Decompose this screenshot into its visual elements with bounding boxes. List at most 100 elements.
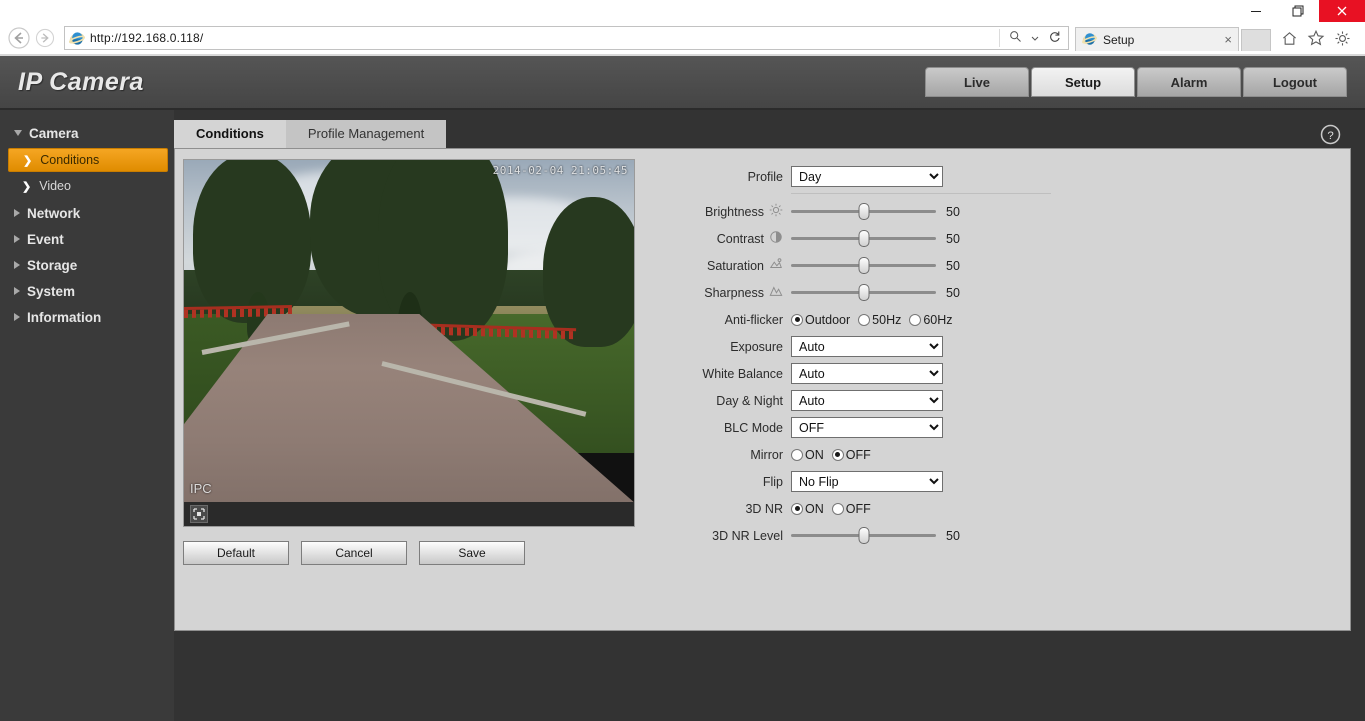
sidebar-group-storage[interactable]: Storage: [0, 252, 174, 278]
flip-select[interactable]: No Flip: [791, 471, 943, 492]
window-minimize-button[interactable]: [1235, 0, 1277, 22]
nav-alarm[interactable]: Alarm: [1137, 67, 1241, 97]
tab-strip: Setup ×: [1075, 25, 1271, 51]
window-close-button[interactable]: [1319, 0, 1365, 22]
row-white-balance: White Balance Auto: [673, 360, 1350, 387]
radio-dot[interactable]: [831, 448, 844, 461]
sidebar-group-information[interactable]: Information: [0, 304, 174, 330]
caret-right-icon: [14, 261, 20, 269]
row-contrast: Contrast 50: [673, 225, 1350, 252]
slider-track[interactable]: [791, 527, 936, 544]
slider-track[interactable]: [791, 203, 936, 220]
radio-dot[interactable]: [858, 313, 871, 326]
sidebar-item-conditions[interactable]: ❯ Conditions: [8, 148, 168, 172]
forward-button[interactable]: [32, 25, 58, 51]
refresh-icon[interactable]: [1045, 30, 1064, 46]
cancel-button[interactable]: Cancel: [301, 541, 407, 565]
sidebar-item-video[interactable]: ❯ Video: [8, 174, 168, 198]
slider-track[interactable]: [791, 257, 936, 274]
back-button[interactable]: [6, 25, 32, 51]
radio-dot[interactable]: [909, 313, 922, 326]
sidebar-group-network[interactable]: Network: [0, 200, 174, 226]
radio-label: OFF: [845, 447, 871, 462]
gear-icon[interactable]: [1334, 30, 1351, 47]
white-balance-select[interactable]: Auto: [791, 363, 943, 384]
save-button[interactable]: Save: [419, 541, 525, 565]
radio-dot[interactable]: [791, 313, 803, 326]
label-saturation-text: Saturation: [707, 258, 764, 273]
slider-thumb[interactable]: [858, 230, 869, 247]
slider-thumb[interactable]: [858, 284, 869, 301]
radio-anti-flicker-outdoor[interactable]: Outdoor: [791, 313, 850, 327]
tab-close-icon[interactable]: ×: [1224, 32, 1232, 47]
address-text[interactable]: http://192.168.0.118/: [90, 31, 203, 45]
slider-track[interactable]: [791, 284, 936, 301]
svg-text:?: ?: [1327, 130, 1333, 142]
nav-logout[interactable]: Logout: [1243, 67, 1347, 97]
profile-select[interactable]: Day: [791, 166, 943, 187]
video-timestamp: 2014-02-04 21:05:45: [492, 164, 628, 177]
search-icon[interactable]: [1006, 30, 1025, 46]
row-profile: Profile Day: [673, 163, 1350, 190]
chevron-right-icon: ❯: [23, 154, 33, 167]
star-icon[interactable]: [1307, 29, 1325, 47]
fullscreen-icon[interactable]: [190, 505, 208, 523]
sidebar-group-label: Information: [27, 309, 102, 325]
nav-setup[interactable]: Setup: [1031, 67, 1135, 97]
label-profile: Profile: [747, 169, 783, 184]
label-contrast: Contrast: [673, 230, 791, 247]
new-tab-button[interactable]: [1241, 29, 1271, 51]
radio-label: 60Hz: [923, 312, 953, 327]
sidebar-group-camera[interactable]: Camera: [0, 120, 174, 146]
row-flip: Flip No Flip: [673, 468, 1350, 495]
nav-live[interactable]: Live: [925, 67, 1029, 97]
chevron-down-icon[interactable]: [1028, 31, 1042, 45]
browser-tab-setup[interactable]: Setup ×: [1075, 27, 1239, 51]
exposure-select[interactable]: Auto: [791, 336, 943, 357]
row-sharpness: Sharpness 50: [673, 279, 1350, 306]
default-button[interactable]: Default: [183, 541, 289, 565]
slider-thumb[interactable]: [858, 527, 869, 544]
ie-favicon-icon: [68, 30, 86, 46]
radio-mirror-off[interactable]: OFF: [831, 447, 871, 462]
day-night-select[interactable]: Auto: [791, 390, 943, 411]
3d-nr-level-slider[interactable]: 50: [791, 527, 970, 544]
radio-3d-nr-off[interactable]: OFF: [831, 502, 871, 516]
video-preview[interactable]: 2014-02-04 21:05:45 IPC: [183, 159, 635, 527]
tab-conditions[interactable]: Conditions: [174, 120, 286, 148]
slider-track[interactable]: [791, 230, 936, 247]
window-maximize-button[interactable]: [1277, 0, 1319, 22]
radio-dot[interactable]: [791, 502, 803, 515]
slider-thumb[interactable]: [858, 203, 869, 220]
contrast-slider[interactable]: 50: [791, 230, 970, 247]
tab-profile-management[interactable]: Profile Management: [285, 120, 447, 148]
saturation-slider[interactable]: 50: [791, 257, 970, 274]
sidebar-group-system[interactable]: System: [0, 278, 174, 304]
sidebar-group-label: Camera: [29, 125, 79, 141]
radio-dot[interactable]: [831, 502, 844, 515]
sharpness-slider[interactable]: 50: [791, 284, 970, 301]
row-day-night: Day & Night Auto: [673, 387, 1350, 414]
label-anti-flicker: Anti-flicker: [724, 312, 783, 327]
help-icon[interactable]: ?: [1320, 124, 1341, 150]
label-exposure: Exposure: [730, 339, 783, 354]
address-bar[interactable]: http://192.168.0.118/: [64, 26, 1069, 50]
radio-anti-flicker-50hz[interactable]: 50Hz: [858, 313, 901, 327]
sharpness-icon: [769, 284, 783, 301]
sidebar-item-label: Video: [39, 179, 71, 193]
sidebar: Camera ❯ Conditions ❯ Video Network Even…: [0, 110, 174, 721]
blc-mode-select[interactable]: OFF: [791, 417, 943, 438]
sidebar-group-event[interactable]: Event: [0, 226, 174, 252]
radio-anti-flicker-60hz[interactable]: 60Hz: [909, 312, 953, 327]
content-tabbar: Conditions Profile Management ?: [174, 120, 1351, 148]
brightness-slider[interactable]: 50: [791, 203, 970, 220]
sidebar-item-label: Conditions: [40, 153, 100, 167]
radio-3d-nr-on[interactable]: ON: [791, 502, 824, 516]
home-icon[interactable]: [1281, 30, 1298, 47]
radio-mirror-on[interactable]: ON: [791, 448, 824, 462]
radio-dot[interactable]: [791, 448, 803, 461]
video-toolbar: [184, 502, 634, 526]
control-flip: No Flip: [791, 471, 943, 492]
slider-thumb[interactable]: [858, 257, 869, 274]
row-mirror: Mirror ON OFF: [673, 441, 1350, 468]
